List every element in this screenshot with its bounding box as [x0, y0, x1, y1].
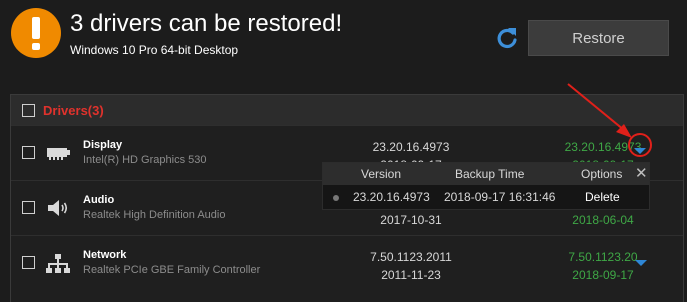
column-version: Version — [361, 167, 402, 181]
driver-description: Intel(R) HD Graphics 530 — [83, 154, 207, 166]
current-version: 23.20.16.4973 — [372, 140, 450, 154]
backup-dropdown-header: Version Backup Time Options ✕ — [323, 163, 649, 185]
driver-row-network[interactable]: Network Realtek PCIe GBE Family Controll… — [11, 235, 683, 291]
restore-button[interactable]: Restore — [528, 20, 669, 56]
driver-description: Realtek PCIe GBE Family Controller — [83, 264, 261, 276]
close-icon[interactable]: ✕ — [635, 164, 648, 182]
bullet-icon — [333, 195, 339, 201]
backup-date: 2018-09-17 — [572, 268, 634, 282]
driver-name: Display — [83, 139, 123, 151]
annotation-arrow-icon — [567, 83, 632, 138]
driver-checkbox-audio[interactable] — [22, 201, 35, 214]
page-title: 3 drivers can be restored! — [70, 10, 343, 37]
backup-dropdown: Version Backup Time Options ✕ 23.20.16.4… — [322, 162, 650, 210]
backup-entry-time: 2018-09-17 16:31:46 — [444, 190, 556, 204]
speaker-icon — [48, 200, 68, 216]
backup-entry-version: 23.20.16.4973 — [353, 190, 430, 204]
column-backup-time: Backup Time — [455, 167, 525, 181]
refresh-icon[interactable] — [494, 25, 520, 51]
column-options: Options — [581, 167, 623, 181]
display-card-icon — [47, 148, 70, 160]
delete-button[interactable]: Delete — [585, 190, 620, 204]
drivers-panel-title: Drivers(3) — [43, 103, 104, 118]
header: 3 drivers can be restored! Windows 10 Pr… — [0, 0, 687, 78]
driver-description: Realtek High Definition Audio — [83, 209, 226, 221]
current-date: 2017-10-31 — [380, 213, 442, 227]
driver-name: Audio — [83, 194, 115, 206]
select-all-checkbox[interactable] — [22, 104, 35, 117]
network-icon — [46, 254, 70, 273]
backup-date: 2018-06-04 — [572, 213, 634, 227]
os-subtitle: Windows 10 Pro 64-bit Desktop — [70, 43, 239, 57]
current-version: 7.50.1123.2011 — [370, 250, 452, 264]
chevron-down-icon[interactable] — [635, 260, 647, 266]
driver-checkbox-network[interactable] — [22, 256, 35, 269]
driver-name: Network — [83, 249, 127, 261]
warning-icon — [11, 8, 61, 58]
driver-checkbox-display[interactable] — [22, 146, 35, 159]
current-date: 2011-11-23 — [381, 268, 441, 282]
